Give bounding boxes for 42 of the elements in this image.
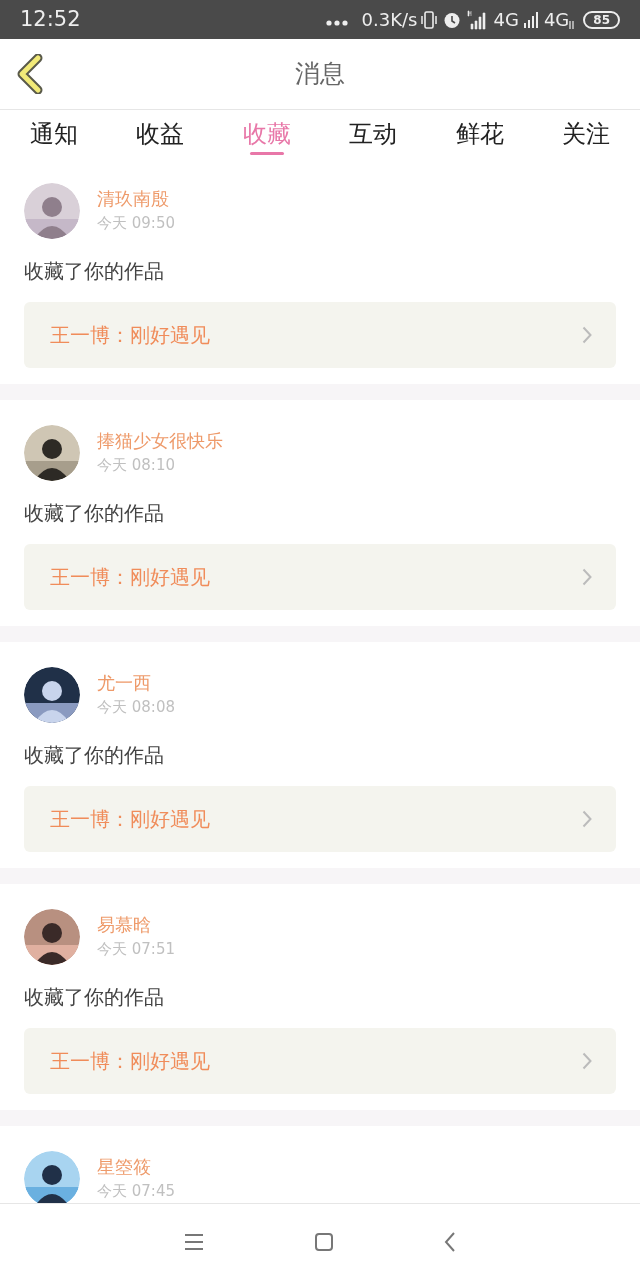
vibrate-icon xyxy=(419,10,440,29)
message-time: 今天 07:45 xyxy=(97,1181,175,1202)
message-text: 收藏了你的作品 xyxy=(24,743,165,767)
user-name[interactable]: 易慕晗 xyxy=(97,912,175,938)
message-text: 收藏了你的作品 xyxy=(24,985,165,1009)
work-link[interactable]: 王一博：刚好遇见 xyxy=(24,544,616,610)
message-time: 今天 07:51 xyxy=(97,939,175,960)
work-link[interactable]: 王一博：刚好遇见 xyxy=(24,1028,616,1094)
home-icon[interactable] xyxy=(314,1232,334,1252)
user-name[interactable]: 清玖南殷 xyxy=(97,186,175,212)
user-name[interactable]: 捧猫少女很快乐 xyxy=(97,428,223,454)
tab[interactable]: 鲜花 xyxy=(429,110,530,158)
back-icon[interactable] xyxy=(444,1231,456,1253)
back-icon[interactable] xyxy=(16,54,44,94)
more-dots-icon xyxy=(325,19,348,26)
message-time: 今天 08:10 xyxy=(97,455,176,476)
status-time: 12:52 xyxy=(20,5,81,33)
chevron-right-icon xyxy=(582,810,592,828)
message-text: 收藏了你的作品 xyxy=(24,259,165,283)
alarm-icon xyxy=(443,10,462,29)
message-time: 今天 09:50 xyxy=(97,213,175,234)
page-title: 消息 xyxy=(295,58,345,91)
tab[interactable]: 通知 xyxy=(4,110,104,158)
battery-indicator: 85 xyxy=(583,10,620,29)
network-type: 4G xyxy=(493,8,519,32)
work-link[interactable]: 王一博：刚好遇见 xyxy=(24,786,616,852)
tab[interactable]: 收藏 xyxy=(216,110,317,158)
work-link[interactable]: 王一博：刚好遇见 xyxy=(24,302,616,368)
message-time: 今天 08:08 xyxy=(97,697,175,718)
chevron-right-icon xyxy=(582,568,592,586)
user-name[interactable]: 尤一西 xyxy=(97,670,175,696)
network-type: 4G xyxy=(543,8,570,32)
chevron-right-icon xyxy=(582,1052,592,1070)
tab[interactable]: 关注 xyxy=(535,110,636,158)
tab[interactable]: 互动 xyxy=(323,110,424,158)
network-speed: 0.3K/s xyxy=(361,8,418,32)
chevron-right-icon xyxy=(582,326,592,344)
data-arrows-icon xyxy=(569,20,576,29)
user-name[interactable]: 星箜筱 xyxy=(97,1154,175,1180)
menu-icon[interactable] xyxy=(184,1233,204,1251)
tab[interactable]: 收益 xyxy=(110,110,211,158)
message-text: 收藏了你的作品 xyxy=(24,501,165,525)
